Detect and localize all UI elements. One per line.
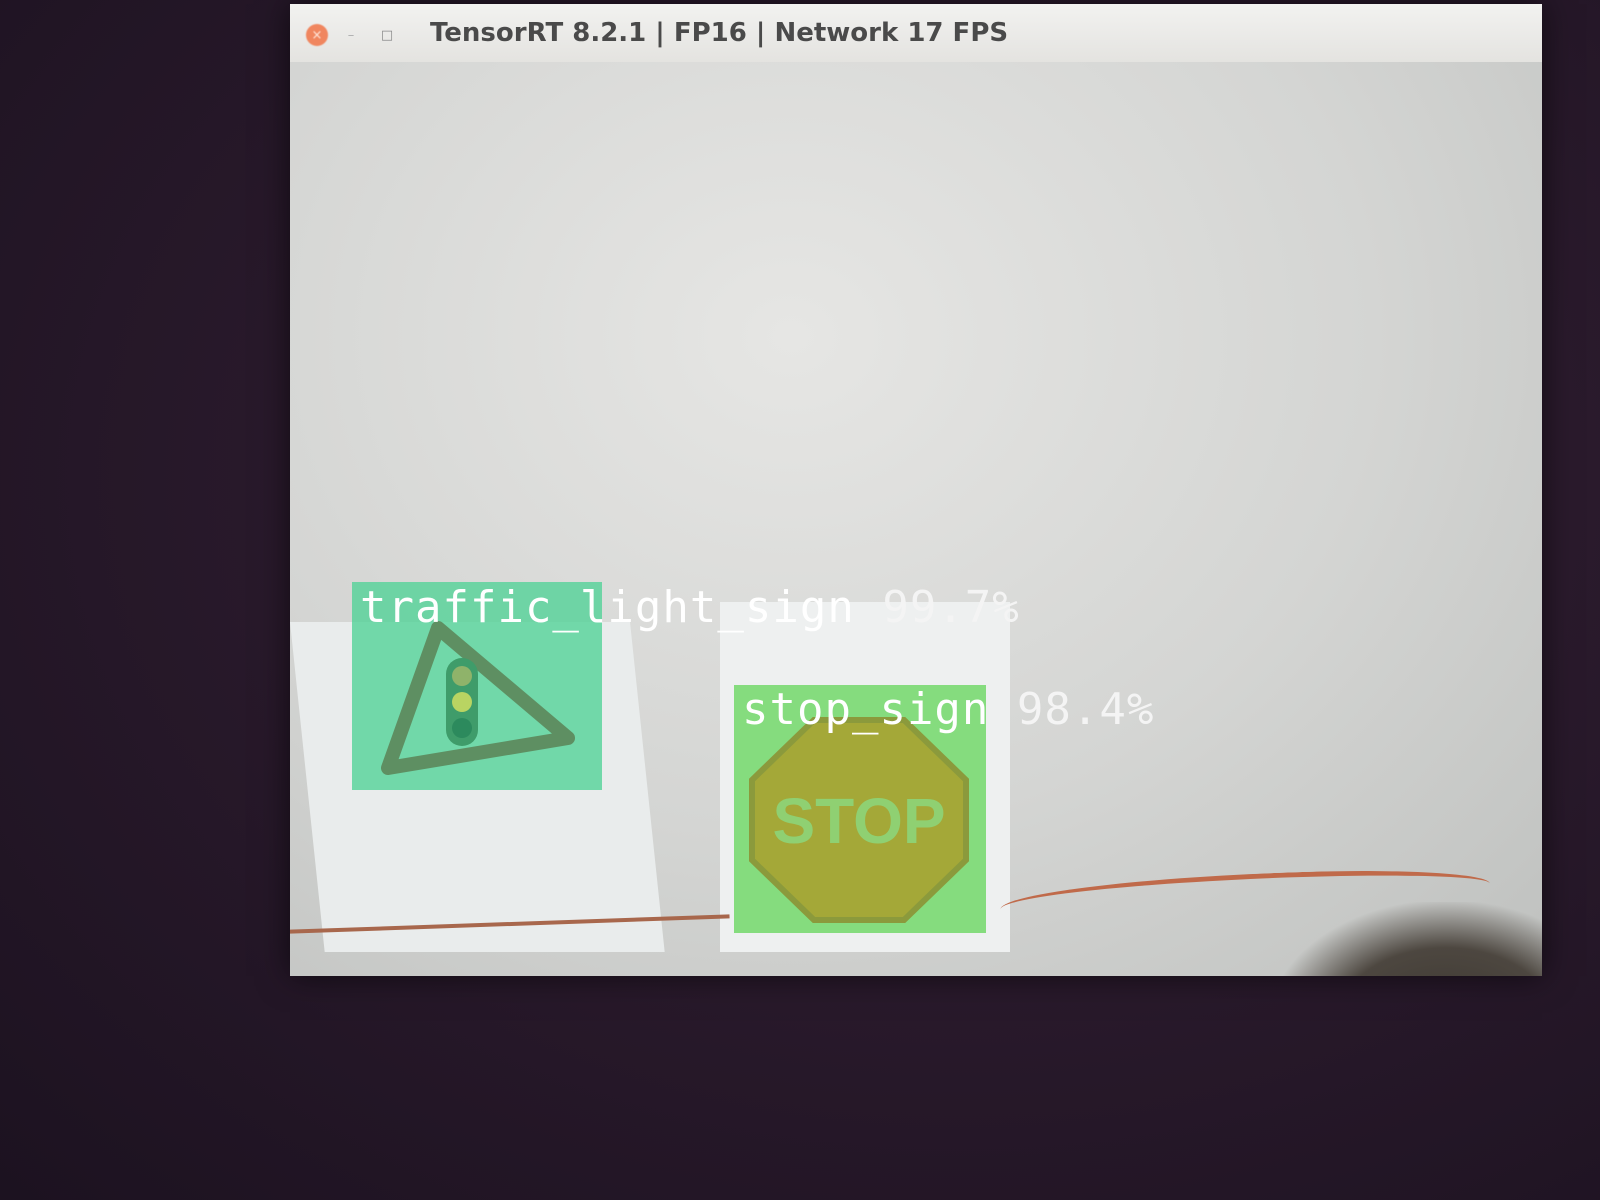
close-icon: ×	[311, 27, 323, 43]
minimize-icon: –	[347, 27, 355, 43]
detection-label-stop-sign: stop_sign 98.4%	[742, 684, 1154, 735]
stop-sign-text: STOP	[772, 785, 945, 857]
dark-object	[1270, 902, 1542, 976]
detection-confidence: 98.4%	[1016, 684, 1155, 735]
maximize-icon: □	[380, 27, 394, 43]
traffic-light-warning-sign-icon	[381, 621, 575, 775]
app-window: × – □ TensorRT 8.2.1 | FP16 | Network 17…	[290, 4, 1542, 976]
close-button[interactable]: ×	[306, 24, 328, 46]
detection-class: traffic_light_sign	[360, 582, 855, 633]
detection-confidence: 99.7%	[882, 582, 1020, 633]
stop-sign-icon: STOP	[749, 717, 969, 923]
camera-feed: STOP traffic_light_sign 99.7% stop_sign …	[290, 62, 1542, 976]
title-bar[interactable]: × – □ TensorRT 8.2.1 | FP16 | Network 17…	[290, 4, 1542, 63]
detection-label-traffic-light: traffic_light_sign 99.7%	[360, 582, 1020, 633]
maximize-button[interactable]: □	[376, 24, 398, 46]
window-title: TensorRT 8.2.1 | FP16 | Network 17 FPS	[430, 18, 1009, 48]
minimize-button[interactable]: –	[340, 24, 362, 46]
detection-class: stop_sign	[742, 684, 990, 735]
